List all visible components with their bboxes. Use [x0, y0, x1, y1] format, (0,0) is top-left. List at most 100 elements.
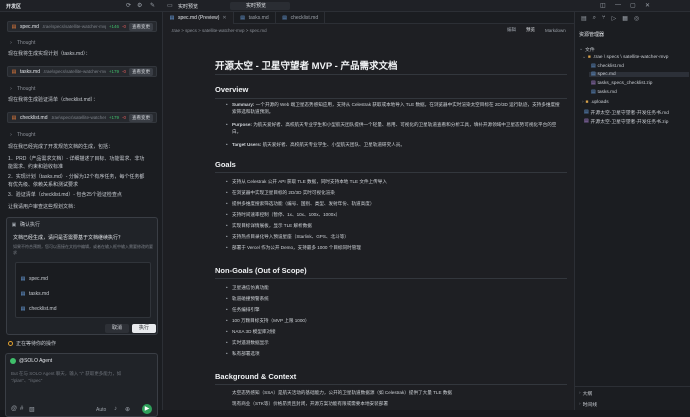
markdown-file-icon: ▤ — [11, 23, 17, 30]
tree-file[interactable]: ▤ tasks.md — [591, 90, 617, 95]
overview-value: 为航天爱好者、高校航天专业学生和小型航天团队提供一个轻量、易用、可视化的卫星轨道… — [232, 122, 557, 134]
extensions-icon[interactable]: ▦ — [622, 15, 628, 22]
preview-icon: ▤ — [169, 14, 175, 21]
tree-file[interactable]: ▤ checklist.md — [591, 64, 624, 69]
browser-icon[interactable]: ◎ — [634, 15, 639, 22]
chat-panel: ▤ spec.md .trae\specs\satellite-watcher-… — [0, 12, 163, 417]
non-goal-item: 卫星通信仿真功能 — [226, 284, 562, 291]
model-select[interactable]: Auto — [96, 407, 106, 413]
overview-value: 一个开源的 Web 端卫星态势感知应用，支持从 Celestrak 获取或本地导… — [232, 102, 560, 114]
chat-text: 现在我将生成实现计划（tasks.md）： — [8, 51, 91, 57]
lines-added: +179 — [108, 115, 119, 120]
editor-mode-switch: 编辑 预览 Markdown — [507, 27, 566, 33]
goal-item: 部署于 Vercel 作为公开 Demo，支持最多 1000 个目标同时管理 — [226, 244, 562, 251]
view-changes-button[interactable]: 查看变更 — [129, 113, 153, 122]
markdown-file-icon: ▤ — [11, 114, 17, 121]
dialog-file-item[interactable]: ▤ spec.md — [20, 276, 48, 282]
send-button[interactable]: ▶ — [142, 404, 152, 414]
confirm-dialog: ▣ 确认执行 文档已经生成，请问是否需要基于文档继续执行？ 如果不符合预期，您可… — [6, 217, 158, 335]
tab-label: spec.md (Preview) — [178, 14, 220, 21]
minimize-icon[interactable]: — — [615, 2, 621, 8]
view-changes-button[interactable]: 查看变更 — [129, 67, 153, 76]
edit-mode-button[interactable]: 编辑 — [507, 27, 516, 33]
left-panel-title: 开发区 — [6, 4, 22, 10]
dialog-description: 如果不符合预期，您可以直接在文档中编辑，或者在输入框中输入需要修改的要求 — [13, 244, 153, 255]
preview-mode-button[interactable]: 预览 — [526, 27, 535, 33]
section-heading: Background & Context — [215, 372, 297, 381]
chevron-right-icon: › — [10, 132, 12, 138]
tab-bar: ▤ spec.md (Preview) ✕ ▤ tasks.md ▤ checklist… — [163, 11, 574, 24]
view-changes-button[interactable]: 查看变更 — [129, 22, 153, 31]
dialog-header: ▣ 确认执行 — [11, 221, 41, 229]
file-icon: ▤ — [20, 276, 26, 282]
tree-file[interactable]: ▤ tasks_specs_checklist.zip — [591, 81, 652, 86]
chat-text: 让我请用户审查这些规划文档： — [8, 204, 79, 210]
lines-removed: -0 — [121, 69, 126, 74]
file-change-card[interactable]: ▤ tasks.md .trae\specs\satellite-watcher… — [7, 66, 157, 77]
chevron-right-icon: › — [10, 40, 12, 46]
divider — [215, 172, 567, 173]
split-icon[interactable]: ◫ — [600, 2, 606, 9]
tree-label: spec.md — [597, 72, 616, 77]
dialog-file-list: ▤ spec.md ▤ tasks.md ▤ checklist.md — [15, 262, 151, 318]
dialog-question: 文档已经生成，请问是否需要基于文档继续执行？ — [13, 235, 124, 241]
dialog-file-item[interactable]: ▤ checklist.md — [20, 306, 57, 312]
section-label: 时间线 — [582, 403, 598, 408]
search-icon[interactable]: ⌕ — [593, 15, 596, 22]
chevron-right-icon: › — [10, 86, 12, 92]
chevron-down-icon: ⌄ — [579, 47, 584, 52]
maximize-icon[interactable]: ▢ — [630, 2, 636, 9]
settings-icon[interactable]: ⚙ — [137, 2, 142, 9]
tree-folder[interactable]: › ■ .uploads — [582, 100, 609, 105]
tab-tasks[interactable]: ▤ tasks.md — [234, 11, 276, 24]
mention-icon[interactable]: @ — [11, 406, 17, 412]
markdown-file-icon: ▤ — [591, 90, 596, 95]
file-change-card[interactable]: ▤ spec.md .trae\specs\satellite-watcher-… — [7, 21, 157, 32]
doc-title: 开源太空 - 卫星守望者 MVP - 产品需求文档 — [215, 61, 398, 72]
tree-file[interactable]: ▤ 开源太空-卫星守望者-开发任务书.zip — [584, 118, 668, 125]
voice-icon[interactable]: ♪ — [114, 406, 117, 412]
agent-selector[interactable]: @SOLO Agent — [10, 358, 52, 364]
non-goal-item: 100 万颗目标支持（MVP 上限 1000） — [226, 317, 562, 324]
breadcrumb[interactable]: .trae > specs > satellite-watcher-mvp > … — [171, 28, 267, 33]
tree-file-active[interactable]: ▤ spec.md — [589, 72, 689, 77]
tree-label: .uploads — [590, 100, 609, 105]
tree-file[interactable]: ▤ 开源太空-卫星守望者-开发任务书.md — [584, 109, 669, 116]
section-heading: Non-Goals (Out of Scope) — [215, 266, 307, 275]
section-heading: Overview — [215, 85, 249, 94]
files-icon[interactable]: ▤ — [581, 15, 587, 22]
close-tab-icon[interactable]: ✕ — [222, 15, 226, 21]
execute-button[interactable]: 执行 — [132, 324, 156, 333]
git-icon[interactable]: ⑂ — [602, 15, 606, 21]
divider — [215, 74, 567, 75]
cancel-button[interactable]: 取消 — [105, 324, 129, 333]
history-icon[interactable]: ⟳ — [126, 2, 131, 9]
dialog-title: 确认执行 — [20, 222, 41, 228]
tree-label: tasks_specs_checklist.zip — [597, 81, 653, 86]
thought-toggle[interactable]: › Thought — [8, 132, 35, 138]
thought-toggle[interactable]: › Thought — [8, 86, 35, 92]
tab-spec[interactable]: ▤ spec.md (Preview) ✕ — [163, 11, 234, 24]
file-change-card[interactable]: ▤ checklist.md .trae\specs\satellite-wat… — [7, 112, 157, 123]
section-label: 文件 — [585, 48, 595, 53]
tab-checklist[interactable]: ▤ checklist.md — [276, 11, 326, 24]
timeline-section[interactable]: › 时间线 — [579, 401, 597, 408]
explorer-section[interactable]: ⌄ 文件 — [579, 46, 595, 53]
live-preview-title[interactable]: 实时预览 — [178, 3, 198, 10]
markdown-file-icon: ▤ — [591, 64, 596, 69]
non-goal-item: 轨道碰撞预警系统 — [226, 295, 562, 302]
markdown-mode-button[interactable]: Markdown — [545, 28, 566, 33]
outline-section[interactable]: › 大纲 — [579, 390, 592, 397]
thought-toggle[interactable]: › Thought — [8, 40, 35, 46]
chat-input[interactable]: But 在与 SOLO Agent 聊天，输入 "/" 获取更多能力，如 "/p… — [11, 370, 151, 384]
debug-icon[interactable]: ▷ — [612, 15, 617, 22]
layout-icon[interactable]: ▭ — [167, 2, 173, 9]
thought-label: Thought — [17, 40, 36, 46]
goal-item: 支持时间速率控制（暂停、1x、10x、100x、1000x） — [226, 211, 562, 218]
close-icon[interactable]: ✕ — [645, 2, 650, 9]
tree-folder[interactable]: ⌄ ■ .trae \ specs \ satellite-watcher-mvp — [582, 55, 668, 60]
new-chat-icon[interactable]: ✎ — [150, 2, 155, 9]
hash-icon[interactable]: # — [20, 406, 23, 412]
agent-name: @SOLO Agent — [19, 358, 53, 364]
dialog-file-item[interactable]: ▤ tasks.md — [20, 291, 49, 297]
